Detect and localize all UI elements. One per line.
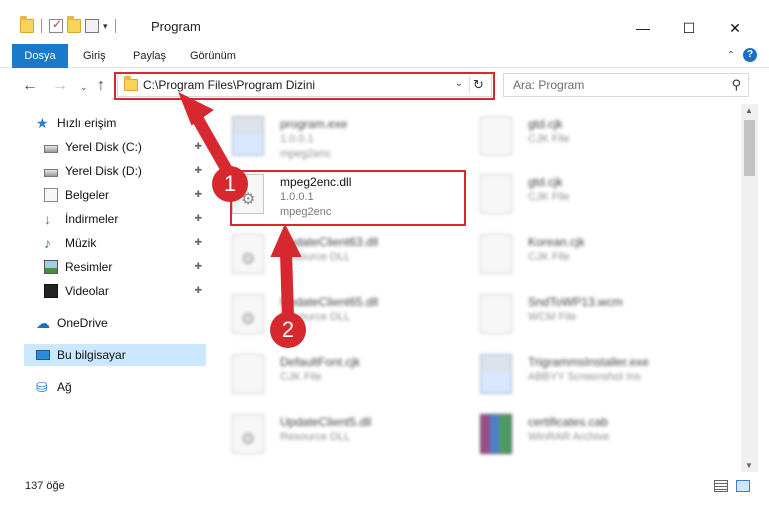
arrow-head-1 (178, 91, 214, 126)
arrow-head-2 (270, 223, 302, 257)
annotation-arrows (178, 91, 302, 324)
step-1-badge: 1 (212, 166, 248, 202)
arrow-shaft-1 (190, 110, 234, 178)
arrow-shaft-2 (280, 246, 294, 324)
step-2-badge: 2 (270, 312, 306, 348)
